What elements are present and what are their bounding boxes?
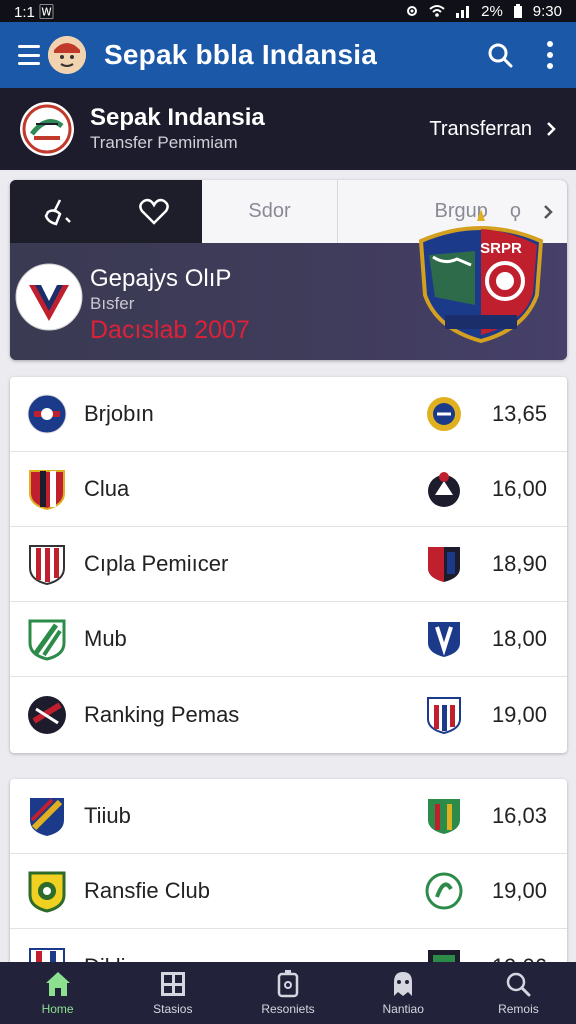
nav-notifications-label: Nantiao <box>382 1002 424 1016</box>
nav-search[interactable]: Remois <box>461 962 576 1024</box>
grid-icon <box>160 972 185 996</box>
home-icon <box>45 972 70 996</box>
nav-results-label: Resoniets <box>261 1002 315 1016</box>
featured-crest: SRPR <box>415 205 547 345</box>
club-crest-icon <box>26 869 68 913</box>
club-name: Ransfie Club <box>84 878 210 903</box>
broom-icon <box>44 198 71 225</box>
nav-home[interactable]: Home <box>0 962 115 1024</box>
club-value: 16,00 <box>491 476 547 501</box>
club-list-secondary: Tiiub 16,03 Ransfie Club 19,00 Dikliır 1… <box>10 779 567 979</box>
opponent-crest-icon <box>425 619 463 659</box>
club-value: 18,90 <box>491 551 547 576</box>
list-item[interactable]: Mub 18,00 <box>10 602 567 677</box>
opponent-crest-icon <box>425 394 463 434</box>
menu-icon[interactable] <box>18 45 40 65</box>
app-title: Sepak bbla Indansia <box>104 39 377 70</box>
chevron-right-icon <box>547 122 556 136</box>
featured-card: Sdor Brgup ϙ Gepajys OlıP Bısfer Dacısla… <box>10 180 567 360</box>
opponent-crest-icon <box>425 871 463 911</box>
club-value: 13,65 <box>491 401 547 426</box>
avatar[interactable] <box>48 36 86 74</box>
battery-icon <box>513 3 523 19</box>
tab-broom[interactable] <box>10 180 106 243</box>
status-icons: 2% 9:30 <box>405 3 562 20</box>
nav-results[interactable]: Resoniets <box>230 962 345 1024</box>
club-name: Tiiub <box>84 803 131 828</box>
heart-outline-icon <box>139 198 169 225</box>
status-bar: 1:1 🅆 2% 9:30 <box>0 0 576 22</box>
club-name: Mub <box>84 626 127 651</box>
league-title: Sepak Indansia <box>90 104 265 131</box>
league-header[interactable]: Sepak Indansia Transfer Pemimiam Transfe… <box>0 88 576 170</box>
featured-body[interactable]: Gepajys OlıP Bısfer Dacıslab 2007 SRPR <box>10 209 567 360</box>
tab-sdor[interactable]: Sdor <box>202 180 338 243</box>
ghost-icon <box>394 972 413 996</box>
club-crest-icon <box>26 794 68 838</box>
signal-icon <box>455 4 471 18</box>
list-item[interactable]: Brjobın 13,65 <box>10 377 567 452</box>
opponent-crest-icon <box>425 544 463 584</box>
list-item[interactable]: Clua 16,00 <box>10 452 567 527</box>
club-list-primary: Brjobın 13,65 Clua 16,00 Cıpla Pemiıcer … <box>10 377 567 753</box>
list-item[interactable]: Ranking Pemas 19,00 <box>10 677 567 752</box>
club-crest-icon <box>26 693 68 737</box>
featured-crest-text: SRPR <box>480 240 522 257</box>
search-icon <box>488 43 513 68</box>
list-item[interactable]: Ransfie Club 19,00 <box>10 854 567 929</box>
league-subtitle: Transfer Pemimiam <box>90 133 238 152</box>
club-crest-icon <box>26 542 68 586</box>
club-name: Clua <box>84 476 130 501</box>
search-button[interactable] <box>480 35 520 75</box>
bottom-navigation: Home Stasios Resoniets Nantiao Remois <box>0 962 576 1024</box>
featured-subtitle: Bısfer <box>90 294 135 313</box>
status-left: 1:1 🅆 <box>14 3 55 21</box>
club-crest-icon <box>26 392 68 436</box>
more-options-icon[interactable] <box>538 35 562 75</box>
transfer-link-label: Transferran <box>429 117 532 140</box>
list-item[interactable]: Tiiub 16,03 <box>10 779 567 854</box>
wifi-icon <box>429 4 445 18</box>
transfer-link[interactable]: Transferran <box>429 118 556 141</box>
league-logo <box>20 102 74 156</box>
list-item[interactable]: Cıpla Pemiıcer 18,90 <box>10 527 567 602</box>
tab-favorite[interactable] <box>106 180 202 243</box>
club-name: Cıpla Pemiıcer <box>84 551 229 576</box>
club-name: Brjobın <box>84 401 154 426</box>
nav-notifications[interactable]: Nantiao <box>346 962 461 1024</box>
clock: 9:30 <box>532 2 562 20</box>
nav-search-label: Remois <box>498 1002 539 1016</box>
club-value: 19,00 <box>491 878 547 903</box>
battery-percent: 2% <box>481 2 503 20</box>
club-value: 19,00 <box>491 701 547 727</box>
club-name: Ranking Pemas <box>84 701 240 727</box>
club-crest-icon <box>26 467 68 511</box>
club-badge <box>15 261 83 337</box>
nav-stats[interactable]: Stasios <box>115 962 230 1024</box>
settings-icon <box>405 4 419 18</box>
watch-icon <box>277 970 299 998</box>
opponent-crest-icon <box>425 695 463 735</box>
featured-club-name: Gepajys OlıP <box>90 265 232 292</box>
club-value: 16,03 <box>491 803 547 828</box>
nav-home-label: Home <box>41 1002 74 1016</box>
club-crest-icon <box>26 617 68 661</box>
featured-year: Dacıslab 2007 <box>90 316 250 344</box>
opponent-crest-icon <box>425 469 463 509</box>
club-value: 18,00 <box>491 626 547 651</box>
search-icon <box>507 972 531 997</box>
nav-stats-label: Stasios <box>153 1002 193 1016</box>
app-bar: Sepak bbla Indansia <box>0 22 576 88</box>
opponent-crest-icon <box>425 796 463 836</box>
